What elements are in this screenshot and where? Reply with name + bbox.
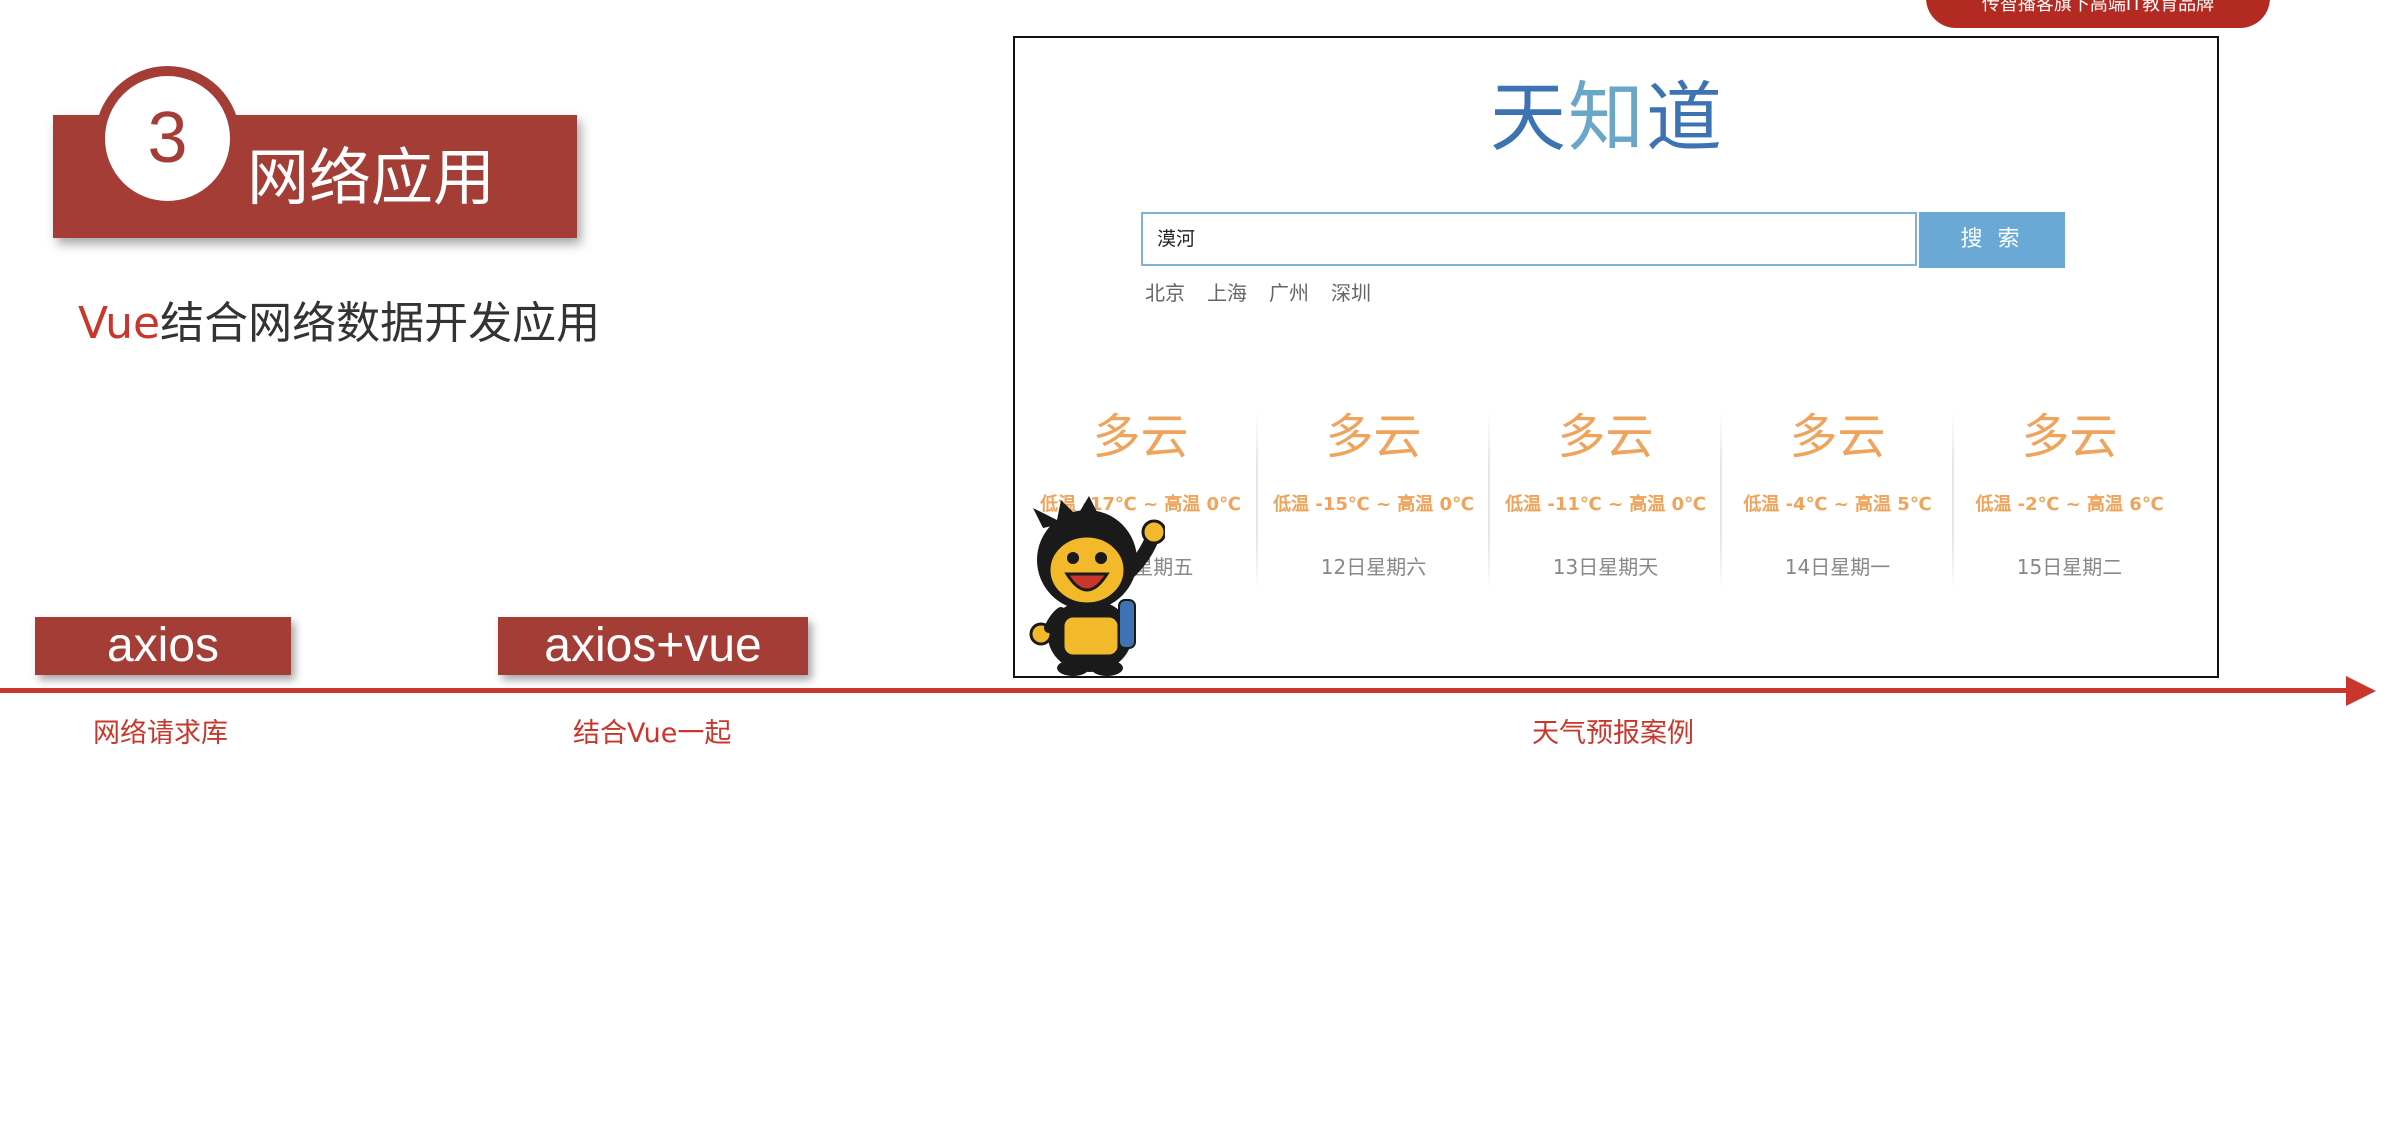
search-button[interactable]: 搜 索 bbox=[1919, 212, 2065, 268]
forecast-temperature: 低温 -4℃ ~ 高温 5℃ bbox=[1743, 494, 1932, 515]
timeline-label-with-vue: 结合Vue一起 bbox=[573, 718, 732, 749]
forecast-date: 14日星期一 bbox=[1784, 555, 1891, 579]
forecast-condition: 多云 bbox=[1325, 409, 1422, 465]
forecast-condition: 多云 bbox=[1557, 409, 1654, 465]
section-title: 网络应用 bbox=[247, 141, 496, 214]
timeline-line bbox=[0, 688, 2366, 693]
hot-city-shanghai[interactable]: 上海 bbox=[1207, 278, 1247, 308]
forecast-card: 多云 低温 -4℃ ~ 高温 5℃ 14日星期一 bbox=[1722, 398, 1953, 608]
subtitle-highlight: Vue bbox=[78, 298, 161, 349]
forecast-card: 多云 低温 -2℃ ~ 高温 6℃ 15日星期二 bbox=[1954, 398, 2185, 608]
logo-char-3: 道 bbox=[1646, 73, 1724, 162]
forecast-temperature: 低温 -2℃ ~ 高温 6℃ bbox=[1975, 494, 2164, 515]
section-number: 3 bbox=[105, 76, 230, 201]
timeline-label-weather-case: 天气预报案例 bbox=[1532, 718, 1694, 749]
forecast-date: 12日星期六 bbox=[1320, 555, 1427, 579]
forecast-temperature: 低温 -15℃ ~ 高温 0℃ bbox=[1273, 494, 1474, 515]
forecast-date: 15日星期二 bbox=[2016, 555, 2123, 579]
app-logo: 天知道 bbox=[1490, 68, 1724, 168]
tag-axios-vue: axios+vue bbox=[498, 617, 808, 675]
hot-city-guangzhou[interactable]: 广州 bbox=[1269, 278, 1309, 308]
timeline-arrow-icon bbox=[2346, 676, 2376, 706]
forecast-condition: 多云 bbox=[2021, 409, 2118, 465]
section-subtitle: Vue结合网络数据开发应用 bbox=[78, 294, 600, 354]
timeline-label-request-lib: 网络请求库 bbox=[93, 718, 228, 749]
forecast-condition: 多云 bbox=[1789, 409, 1886, 465]
logo-char-1: 天 bbox=[1490, 73, 1568, 162]
hot-city-shenzhen[interactable]: 深圳 bbox=[1331, 278, 1371, 308]
forecast-date: 13日星期天 bbox=[1552, 555, 1659, 579]
logo-char-2: 知 bbox=[1568, 73, 1646, 162]
city-search-input[interactable]: 漠河 bbox=[1141, 212, 1917, 266]
weather-app-screenshot: 天知道 漠河 搜 索 北京 上海 广州 深圳 多云 低温 -17℃ ~ 高温 0… bbox=[1013, 36, 2219, 678]
tag-axios: axios bbox=[35, 617, 291, 675]
brand-pill: 传智播客旗下高端IT教育品牌 bbox=[1926, 0, 2270, 28]
subtitle-text: 结合网络数据开发应用 bbox=[160, 298, 601, 349]
forecast-card: 多云 低温 -11℃ ~ 高温 0℃ 13日星期天 bbox=[1490, 398, 1721, 608]
forecast-temperature: 低温 -11℃ ~ 高温 0℃ bbox=[1505, 494, 1706, 515]
hot-city-beijing[interactable]: 北京 bbox=[1145, 278, 1185, 308]
monkey-mascot-icon bbox=[1029, 496, 1165, 676]
forecast-condition: 多云 bbox=[1092, 409, 1189, 465]
forecast-card: 多云 低温 -15℃ ~ 高温 0℃ 12日星期六 bbox=[1258, 398, 1489, 608]
